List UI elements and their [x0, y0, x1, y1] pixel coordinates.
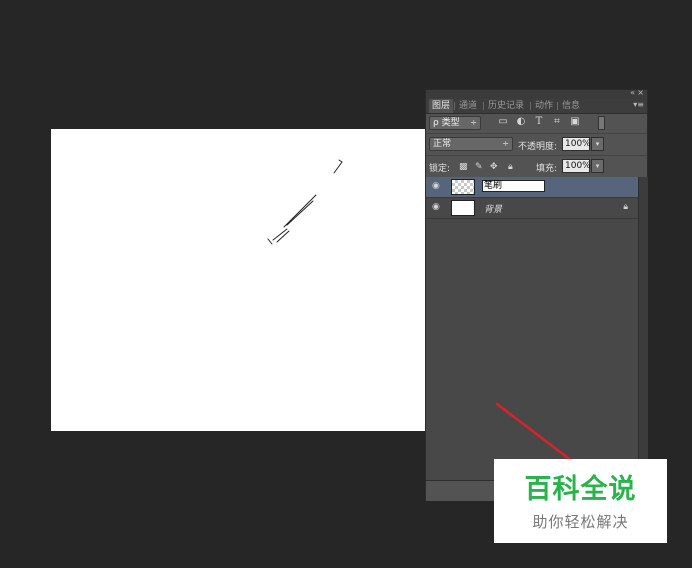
watermark-title: 百科全说 [524, 474, 637, 505]
watermark-subtitle: 助你轻松解决 [532, 513, 629, 531]
watermark: 百科全说 助你轻松解决 [494, 459, 667, 543]
annotation-arrow-line [495, 402, 574, 463]
